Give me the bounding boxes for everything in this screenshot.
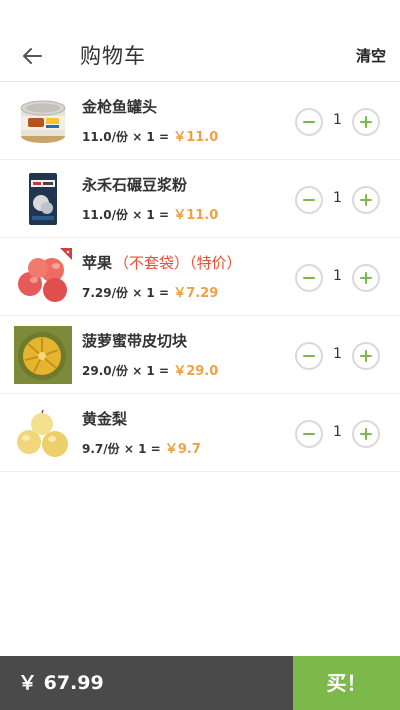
item-name: 菠萝蜜带皮切块	[82, 332, 188, 350]
increase-button[interactable]	[352, 264, 380, 292]
quantity-value: 1	[333, 112, 342, 128]
decrease-button[interactable]	[295, 342, 323, 370]
minus-icon	[303, 277, 315, 279]
minus-icon	[303, 355, 315, 357]
price-formula: 9.7/份 × 1 = ￥9.7	[82, 442, 201, 457]
buy-button[interactable]: 买！	[293, 656, 400, 710]
decrease-button[interactable]	[295, 420, 323, 448]
golden-pears-image	[17, 409, 68, 457]
quantity-stepper: 1	[295, 264, 380, 292]
apples-image	[18, 248, 72, 302]
item-subtotal: ￥7.29	[173, 286, 219, 301]
increase-button[interactable]	[352, 186, 380, 214]
item-name: 苹果 （不套袋）（特价）	[82, 254, 242, 272]
back-button[interactable]	[14, 38, 50, 74]
cart-item-soy-milk-powder[interactable]: 永禾石碾豆浆粉 11.0/份 × 1 = ￥11.0 1	[0, 160, 400, 238]
header-bar: 购物车 清空	[0, 0, 400, 82]
decrease-button[interactable]	[295, 186, 323, 214]
page-title: 购物车	[80, 44, 146, 68]
checkout-bar: ￥ 67.99 买！	[0, 656, 400, 710]
plus-icon	[360, 272, 372, 284]
price-formula: 7.29/份 × 1 = ￥7.29	[82, 286, 219, 301]
cart-screen: 购物车 清空 金枪鱼罐头 11.0/份 × 1 = ￥11.0 1 永禾石碾豆浆…	[0, 0, 400, 710]
quantity-value: 1	[333, 190, 342, 206]
decrease-button[interactable]	[295, 108, 323, 136]
quantity-stepper: 1	[295, 186, 380, 214]
minus-icon	[303, 199, 315, 201]
plus-icon	[360, 116, 372, 128]
quantity-value: 1	[333, 268, 342, 284]
price-formula: 11.0/份 × 1 = ￥11.0	[82, 208, 219, 223]
decrease-button[interactable]	[295, 264, 323, 292]
item-name: 黄金梨	[82, 410, 128, 428]
increase-button[interactable]	[352, 342, 380, 370]
special-tag: （不套袋）（特价）	[114, 254, 242, 272]
cart-item-apples[interactable]: 苹果 （不套袋）（特价） 7.29/份 × 1 = ￥7.29 1	[0, 238, 400, 316]
cart-item-canned-tuna[interactable]: 金枪鱼罐头 11.0/份 × 1 = ￥11.0 1	[0, 82, 400, 160]
cart-total: ￥ 67.99	[0, 656, 293, 710]
canned-tuna-image	[20, 100, 66, 143]
cart-item-golden-pears[interactable]: 黄金梨 9.7/份 × 1 = ￥9.7 1	[0, 394, 400, 472]
plus-icon	[360, 350, 372, 362]
increase-button[interactable]	[352, 108, 380, 136]
price-formula: 11.0/份 × 1 = ￥11.0	[82, 130, 219, 145]
arrow-left-icon	[23, 48, 42, 64]
item-subtotal: ￥9.7	[164, 442, 201, 457]
cart-item-jackfruit[interactable]: 菠萝蜜带皮切块 29.0/份 × 1 = ￥29.0 1	[0, 316, 400, 394]
item-subtotal: ￥29.0	[173, 364, 219, 379]
item-name: 永禾石碾豆浆粉	[82, 176, 188, 194]
soy-milk-powder-image	[29, 173, 57, 225]
quantity-stepper: 1	[295, 342, 380, 370]
jackfruit-image	[14, 326, 72, 384]
quantity-stepper: 1	[295, 108, 380, 136]
minus-icon	[303, 121, 315, 123]
quantity-stepper: 1	[295, 420, 380, 448]
item-subtotal: ￥11.0	[173, 208, 219, 223]
quantity-value: 1	[333, 424, 342, 440]
clear-cart-button[interactable]: 清空	[356, 45, 386, 66]
cart-list: 金枪鱼罐头 11.0/份 × 1 = ￥11.0 1 永禾石碾豆浆粉 11.0/…	[0, 82, 400, 472]
increase-button[interactable]	[352, 420, 380, 448]
item-subtotal: ￥11.0	[173, 130, 219, 145]
quantity-value: 1	[333, 346, 342, 362]
price-formula: 29.0/份 × 1 = ￥29.0	[82, 364, 219, 379]
minus-icon	[303, 433, 315, 435]
item-name: 金枪鱼罐头	[82, 98, 158, 116]
plus-icon	[360, 428, 372, 440]
plus-icon	[360, 194, 372, 206]
